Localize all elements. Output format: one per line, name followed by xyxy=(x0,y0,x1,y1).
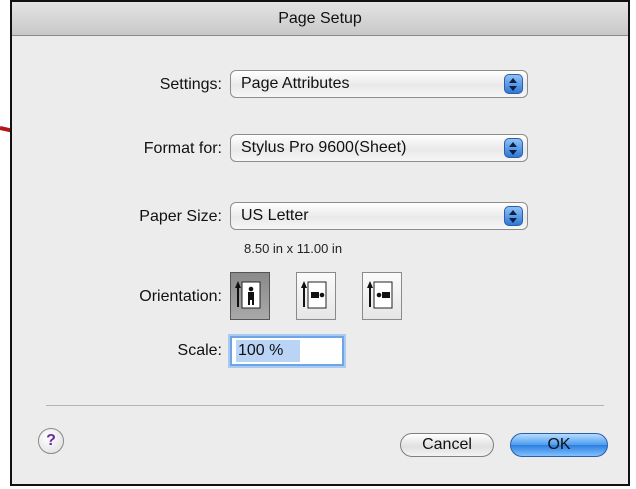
portrait-orientation-button[interactable] xyxy=(230,272,270,320)
format-for-label: Format for: xyxy=(143,140,222,157)
popup-arrows-icon xyxy=(504,74,523,94)
scale-input[interactable] xyxy=(236,340,300,362)
paper-size-value: US Letter xyxy=(241,207,309,224)
format-for-value: Stylus Pro 9600(Sheet) xyxy=(241,139,407,156)
paper-dimensions: 8.50 in x 11.00 in xyxy=(244,241,343,256)
paper-size-popup[interactable]: US Letter xyxy=(230,202,528,230)
help-button[interactable]: ? xyxy=(38,428,64,454)
portrait-orientation-icon xyxy=(235,281,261,309)
ok-button[interactable]: OK xyxy=(510,433,608,457)
popup-arrows-icon xyxy=(504,138,523,158)
window-title: Page Setup xyxy=(12,2,628,36)
format-for-popup[interactable]: Stylus Pro 9600(Sheet) xyxy=(230,134,528,162)
reverse-landscape-orientation-button[interactable] xyxy=(362,272,402,320)
separator xyxy=(46,405,604,406)
page-setup-dialog: Page Setup Settings: Page Attributes For… xyxy=(10,0,630,486)
settings-label: Settings: xyxy=(159,76,222,93)
reverse-landscape-orientation-icon xyxy=(367,281,393,309)
cancel-button[interactable]: Cancel xyxy=(400,433,494,457)
landscape-orientation-icon xyxy=(301,281,327,309)
scale-field[interactable] xyxy=(230,336,344,366)
popup-arrows-icon xyxy=(504,206,523,226)
settings-value: Page Attributes xyxy=(241,75,350,92)
paper-size-label: Paper Size: xyxy=(139,208,222,225)
scale-label: Scale: xyxy=(177,342,222,359)
settings-popup[interactable]: Page Attributes xyxy=(230,70,528,98)
orientation-label: Orientation: xyxy=(139,288,222,305)
landscape-orientation-button[interactable] xyxy=(296,272,336,320)
